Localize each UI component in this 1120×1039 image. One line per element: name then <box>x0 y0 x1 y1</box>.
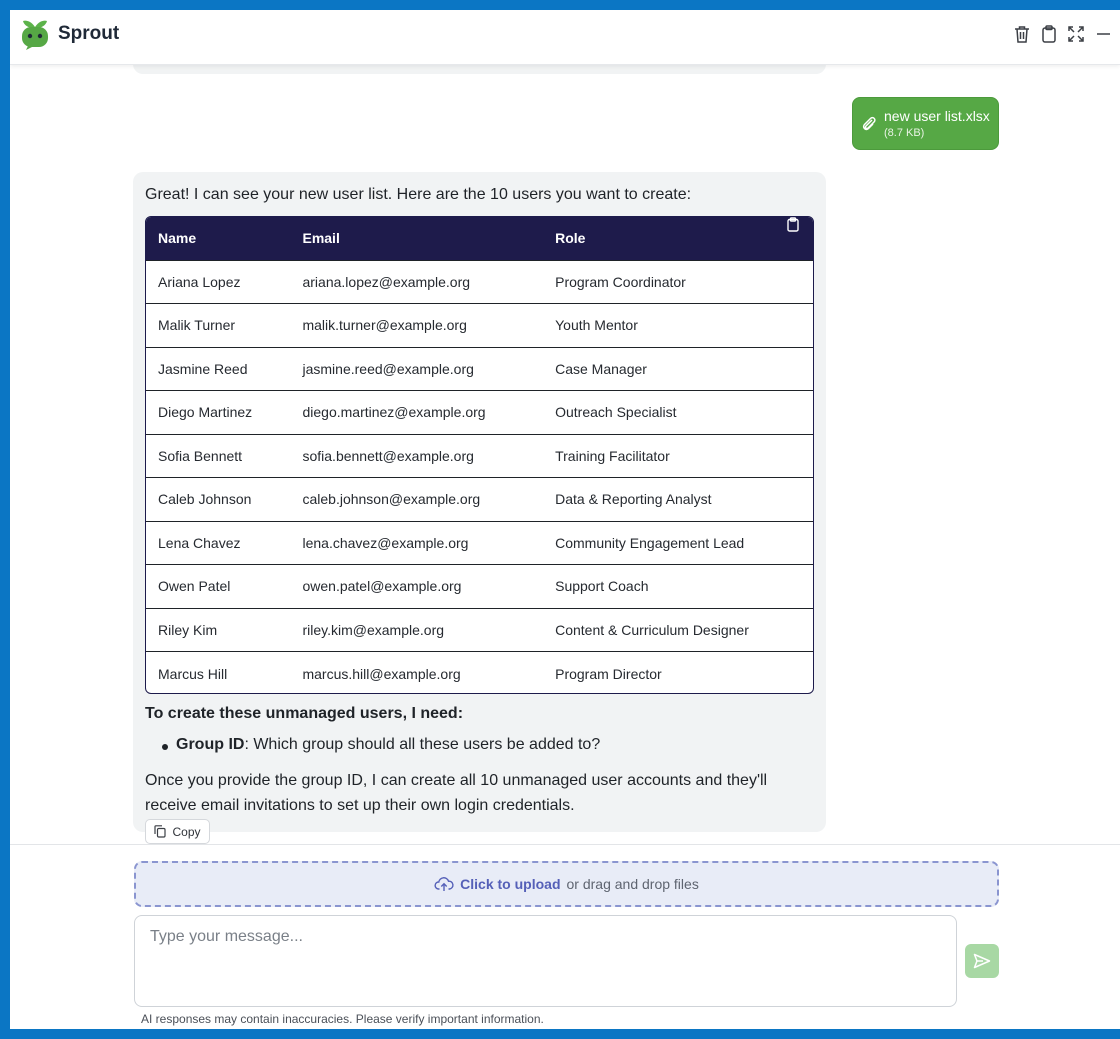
send-icon <box>973 953 991 969</box>
message-input[interactable] <box>134 915 957 1007</box>
cell-name: Riley Kim <box>158 621 218 638</box>
cell-role: Case Manager <box>555 360 647 377</box>
table-row: Sofia Bennett sofia.bennett@example.org … <box>146 434 813 478</box>
cell-role: Training Facilitator <box>555 447 670 464</box>
table-row: Marcus Hill marcus.hill@example.org Prog… <box>146 651 813 694</box>
clipboard-icon <box>786 217 799 232</box>
column-header-email: Email <box>302 230 340 247</box>
minimize-icon[interactable] <box>1096 24 1110 44</box>
cell-name: Sofia Bennett <box>158 447 243 464</box>
requirement-label: Group ID <box>176 736 245 753</box>
cloud-upload-icon <box>434 877 454 891</box>
users-table: Name Email Role Ariana Lopez ariana.lope… <box>145 216 814 694</box>
cell-role: Community Engagement Lead <box>555 534 745 551</box>
paperclip-icon <box>862 116 876 131</box>
table-row: Ariana Lopez ariana.lopez@example.org Pr… <box>146 260 813 304</box>
chat-window: Sprout new user list.xlsx (8.7 KB) Great… <box>10 10 1120 1029</box>
table-row: Malik Turner malik.turner@example.org Yo… <box>146 303 813 348</box>
clipboard-icon[interactable] <box>1039 24 1059 44</box>
cell-email: sofia.bennett@example.org <box>302 447 474 464</box>
cell-email: malik.turner@example.org <box>302 317 467 334</box>
cell-role: Data & Reporting Analyst <box>555 491 712 508</box>
cell-role: Program Coordinator <box>555 273 686 290</box>
attachment-file-size: (8.7 KB) <box>884 127 925 139</box>
cell-name: Jasmine Reed <box>158 360 248 377</box>
previous-message-bubble <box>133 65 826 74</box>
composer-divider <box>10 844 1120 845</box>
cell-email: riley.kim@example.org <box>302 621 445 638</box>
cell-email: ariana.lopez@example.org <box>302 273 471 290</box>
assistant-intro-text: Great! I can see your new user list. Her… <box>145 186 692 203</box>
cell-name: Lena Chavez <box>158 534 241 551</box>
column-header-role: Role <box>555 230 586 247</box>
trash-icon[interactable] <box>1012 24 1032 44</box>
requirement-item: Group ID: Which group should all these u… <box>176 736 600 754</box>
cell-email: marcus.hill@example.org <box>302 665 461 682</box>
cell-name: Diego Martinez <box>158 404 253 421</box>
cell-email: caleb.johnson@example.org <box>302 491 481 508</box>
column-header-name: Name <box>158 230 197 247</box>
cell-role: Program Director <box>555 665 662 682</box>
cell-email: lena.chavez@example.org <box>302 534 469 551</box>
assistant-closing-text: Once you provide the group ID, I can cre… <box>145 772 768 814</box>
chat-messages[interactable]: new user list.xlsx (8.7 KB) Great! I can… <box>10 65 1120 845</box>
table-row: Lena Chavez lena.chavez@example.org Comm… <box>146 521 813 565</box>
cell-email: diego.martinez@example.org <box>302 404 486 421</box>
cell-email: jasmine.reed@example.org <box>302 360 474 377</box>
cell-name: Malik Turner <box>158 317 236 334</box>
cell-name: Caleb Johnson <box>158 491 252 508</box>
table-header-row: Name Email Role <box>146 217 813 260</box>
cell-email: owen.patel@example.org <box>302 578 462 595</box>
table-row: Diego Martinez diego.martinez@example.or… <box>146 390 813 435</box>
table-row: Caleb Johnson caleb.johnson@example.org … <box>146 477 813 522</box>
table-row: Riley Kim riley.kim@example.org Content … <box>146 608 813 652</box>
copy-button-label: Copy <box>172 824 201 839</box>
sprout-logo-icon <box>22 20 48 50</box>
attachment-file-name: new user list.xlsx <box>884 108 990 124</box>
requirement-description: : Which group should all these users be … <box>244 736 601 753</box>
cell-role: Support Coach <box>555 578 649 595</box>
table-row: Owen Patel owen.patel@example.org Suppor… <box>146 564 813 609</box>
cell-role: Outreach Specialist <box>555 404 677 421</box>
cell-role: Youth Mentor <box>555 317 638 334</box>
copy-table-button[interactable] <box>772 217 813 232</box>
cell-role: Content & Curriculum Designer <box>555 621 749 638</box>
app-header: Sprout <box>10 10 1120 65</box>
expand-icon[interactable] <box>1066 24 1086 44</box>
table-row: Jasmine Reed jasmine.reed@example.org Ca… <box>146 347 813 391</box>
cell-name: Owen Patel <box>158 578 231 595</box>
bullet-dot <box>162 744 168 750</box>
assistant-message-bubble: Great! I can see your new user list. Her… <box>133 172 826 832</box>
file-upload-dropzone[interactable]: Click to upload or drag and drop files <box>134 861 999 907</box>
upload-link-text[interactable]: Click to upload <box>460 876 560 892</box>
app-title: Sprout <box>58 23 120 44</box>
copy-icon <box>154 825 167 838</box>
cell-name: Marcus Hill <box>158 665 228 682</box>
upload-hint-text: or drag and drop files <box>566 876 699 892</box>
cell-name: Ariana Lopez <box>158 273 241 290</box>
user-attachment-bubble[interactable]: new user list.xlsx (8.7 KB) <box>852 97 999 150</box>
send-button[interactable] <box>965 944 999 978</box>
requirements-heading: To create these unmanaged users, I need: <box>145 705 464 722</box>
copy-message-button[interactable]: Copy <box>145 819 210 844</box>
ai-disclaimer: AI responses may contain inaccuracies. P… <box>141 1012 544 1026</box>
